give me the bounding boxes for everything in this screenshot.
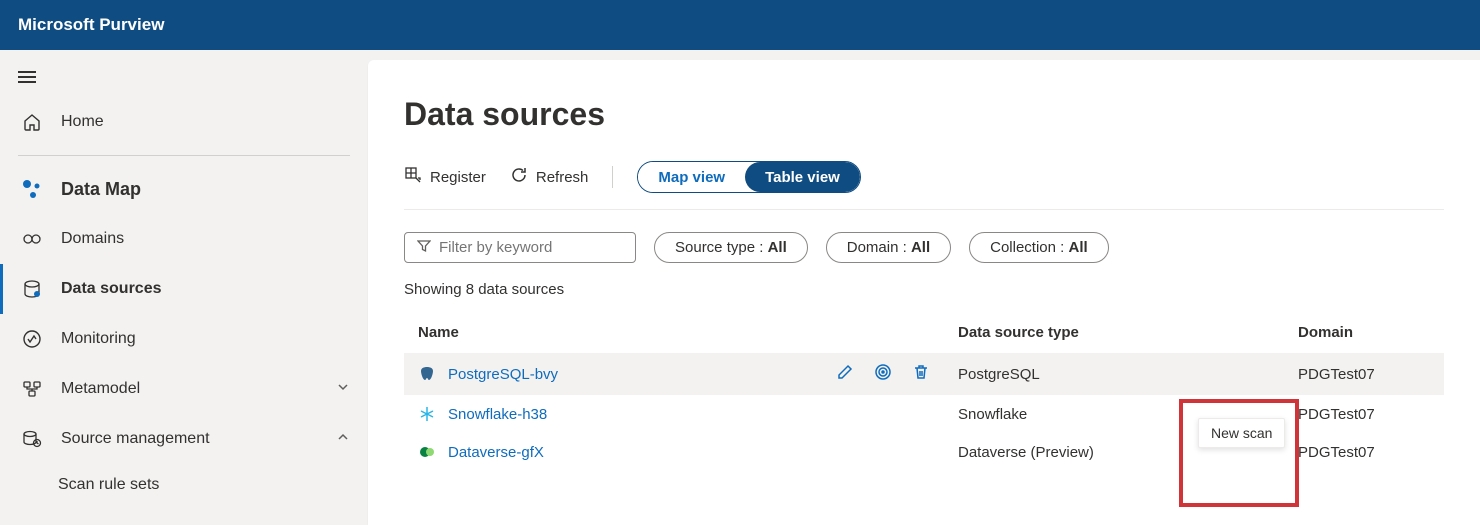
ds-domain: PDGTest07 <box>1284 433 1444 471</box>
nav-monitoring[interactable]: Monitoring <box>0 314 368 364</box>
data-map-icon <box>21 178 43 200</box>
nav-home[interactable]: Home <box>0 97 368 147</box>
col-type[interactable]: Data source type <box>944 312 1284 353</box>
table-row[interactable]: Dataverse-gfX Dataverse (Preview) PDGTes… <box>404 433 1444 471</box>
nav-home-label: Home <box>61 113 350 131</box>
col-domain[interactable]: Domain <box>1284 312 1444 353</box>
sidebar: Home Data Map Domains Data sources <box>0 50 368 525</box>
edit-icon[interactable] <box>836 363 854 385</box>
filter-row: Source type : All Domain : All Collectio… <box>404 232 1444 263</box>
nav-metamodel[interactable]: Metamodel <box>0 364 368 414</box>
filter-icon <box>417 239 431 256</box>
toolbar: Register Refresh Map view Table view <box>404 161 1444 210</box>
register-button[interactable]: Register <box>404 166 486 188</box>
main-content: Data sources Register Refresh Map view T… <box>368 60 1480 525</box>
brand-title: Microsoft Purview <box>18 15 164 35</box>
results-count: Showing 8 data sources <box>404 281 1444 298</box>
nav-scan-rule-sets[interactable]: Scan rule sets <box>0 464 368 506</box>
data-sources-icon <box>21 278 43 300</box>
new-scan-icon[interactable] <box>874 363 892 385</box>
ds-type: PostgreSQL <box>944 353 1284 395</box>
nav-scan-rule-sets-label: Scan rule sets <box>58 476 159 493</box>
view-toggle: Map view Table view <box>637 161 860 193</box>
chevron-up-icon <box>336 430 350 449</box>
postgres-icon <box>418 365 436 383</box>
filter-collection[interactable]: Collection : All <box>969 232 1109 263</box>
table-view-button[interactable]: Table view <box>745 162 860 192</box>
refresh-label: Refresh <box>536 169 589 186</box>
table-row[interactable]: Snowflake-h38 Snowflake PDGTest07 <box>404 395 1444 433</box>
col-name[interactable]: Name <box>404 312 944 353</box>
ds-name-link[interactable]: Snowflake-h38 <box>448 406 547 423</box>
map-view-button[interactable]: Map view <box>638 162 745 192</box>
ds-name-link[interactable]: PostgreSQL-bvy <box>448 366 558 383</box>
divider <box>18 155 350 156</box>
register-label: Register <box>430 169 486 186</box>
ds-name-link[interactable]: Dataverse-gfX <box>448 444 544 461</box>
nav-section-label: Data Map <box>61 179 350 200</box>
source-management-icon <box>21 428 43 450</box>
monitoring-icon <box>21 328 43 350</box>
nav-domains[interactable]: Domains <box>0 214 368 264</box>
nav-metamodel-label: Metamodel <box>61 380 318 398</box>
topbar: Microsoft Purview <box>0 0 1480 50</box>
metamodel-icon <box>21 378 43 400</box>
filter-source-type[interactable]: Source type : All <box>654 232 808 263</box>
hamburger-button[interactable] <box>0 68 368 97</box>
ds-domain: PDGTest07 <box>1284 395 1444 433</box>
domains-icon <box>21 228 43 250</box>
new-scan-tooltip: New scan <box>1198 418 1285 448</box>
nav-source-management-label: Source management <box>61 430 318 448</box>
filter-domain[interactable]: Domain : All <box>826 232 951 263</box>
data-sources-table: Name Data source type Domain PostgreSQL- <box>404 312 1444 471</box>
refresh-button[interactable]: Refresh <box>510 166 589 188</box>
nav-monitoring-label: Monitoring <box>61 330 350 348</box>
toolbar-separator <box>612 166 613 188</box>
nav-source-management[interactable]: Source management <box>0 414 368 464</box>
dataverse-icon <box>418 443 436 461</box>
nav-data-sources[interactable]: Data sources <box>0 264 368 314</box>
filter-keyword-input[interactable] <box>439 239 623 256</box>
register-icon <box>404 166 422 188</box>
nav-section-data-map[interactable]: Data Map <box>0 164 368 214</box>
ds-domain: PDGTest07 <box>1284 353 1444 395</box>
filter-keyword[interactable] <box>404 232 636 263</box>
chevron-down-icon <box>336 380 350 399</box>
table-row[interactable]: PostgreSQL-bvy <box>404 353 1444 395</box>
delete-icon[interactable] <box>912 363 930 385</box>
hamburger-icon <box>18 68 36 82</box>
page-title: Data sources <box>404 96 1444 133</box>
refresh-icon <box>510 166 528 188</box>
nav-domains-label: Domains <box>61 230 350 248</box>
nav-data-sources-label: Data sources <box>61 280 350 298</box>
snowflake-icon <box>418 405 436 423</box>
home-icon <box>21 111 43 133</box>
